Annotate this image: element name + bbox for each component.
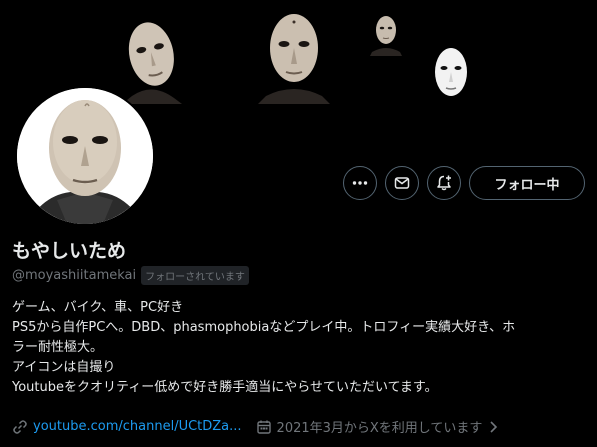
mask-image	[122, 22, 182, 104]
profile-bio: ゲーム、バイク、車、PC好き PS5から自作PCへ。DBD、phasmophob…	[12, 298, 587, 398]
mask-image	[435, 48, 467, 96]
display-name: もやしいため	[12, 240, 127, 262]
profile-actions: フォロー中	[343, 166, 585, 200]
more-icon	[352, 181, 368, 185]
bio-line: Youtubeをクオリティー低めで好き勝手適当にやらせていただいてます。	[12, 380, 438, 395]
joined-date[interactable]: 2021年3月からXを利用しています	[277, 417, 483, 436]
bio-line: PS5から自作PCへ。DBD、phasmophobiaなどプレイ中。トロフィー実…	[12, 320, 516, 335]
mail-icon	[394, 177, 410, 189]
avatar[interactable]	[15, 86, 155, 226]
more-button[interactable]	[343, 166, 377, 200]
user-handle: @moyashiitamekai	[12, 268, 137, 283]
follows-you-badge: フォローされています	[141, 266, 249, 285]
handle-row: @moyashiitamekai フォローされています	[12, 266, 249, 285]
following-button[interactable]: フォロー中	[469, 166, 585, 200]
mask-image	[258, 14, 330, 104]
bio-line: ラー耐性極大。	[12, 340, 104, 355]
following-button-label: フォロー中	[494, 177, 560, 193]
message-button[interactable]	[385, 166, 419, 200]
notify-button[interactable]	[427, 166, 461, 200]
chevron-right-icon[interactable]	[488, 420, 500, 434]
bell-plus-icon	[437, 175, 451, 191]
calendar-icon	[256, 419, 272, 435]
mask-avatar-image	[17, 88, 153, 224]
link-icon	[12, 419, 28, 435]
profile-page: フォロー中 もやしいため @moyashiitamekai フォローされています…	[0, 0, 597, 447]
bio-line: アイコンは自撮り	[12, 360, 116, 375]
bio-line: ゲーム、バイク、車、PC好き	[12, 300, 184, 315]
profile-link[interactable]: youtube.com/channel/UCtDZa...	[33, 419, 242, 434]
mask-image	[370, 16, 402, 56]
profile-meta: youtube.com/channel/UCtDZa... 2021年3月からX…	[12, 417, 500, 436]
